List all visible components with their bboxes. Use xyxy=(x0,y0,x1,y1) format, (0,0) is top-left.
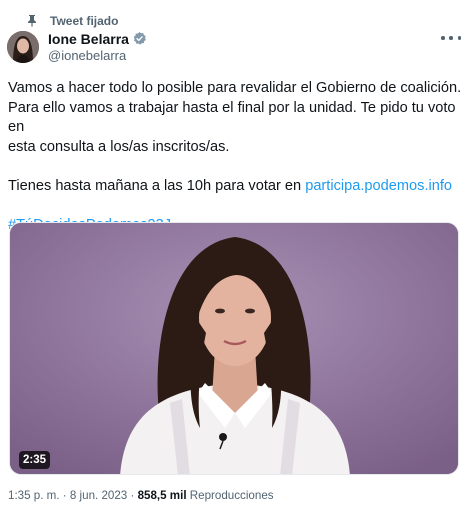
author-block: Ione Belarra @ionebelarra xyxy=(48,30,147,63)
video-player[interactable]: 2:35 xyxy=(9,222,459,475)
pinned-indicator: Tweet fijado xyxy=(28,13,118,29)
tweet-line: esta consulta a los/as inscritos/as. xyxy=(8,138,230,155)
tweet-line: Tienes hasta mañana a las 10h para votar… xyxy=(8,177,466,197)
video-thumbnail xyxy=(10,223,458,474)
tweet-line: Para ello vamos a trabajar hasta el fina… xyxy=(8,99,456,136)
views-label: Reproducciones xyxy=(186,489,274,502)
tweet-line-text: Tienes hasta mañana a las 10h para votar… xyxy=(8,177,306,194)
more-icon[interactable] xyxy=(441,33,461,43)
verified-icon xyxy=(133,31,146,45)
meta-separator: · xyxy=(59,489,70,502)
avatar[interactable] xyxy=(7,31,39,63)
tweet-time[interactable]: 1:35 p. m. xyxy=(8,489,60,502)
tweet-metadata: 1:35 p. m. · 8 jun. 2023 · 858,5 mil Rep… xyxy=(8,489,274,502)
view-count[interactable]: 858,5 mil xyxy=(138,489,187,502)
meta-separator: · xyxy=(127,489,138,502)
tweet-line: Vamos a hacer todo lo posible para reval… xyxy=(8,80,462,96)
tweet-text: Vamos a hacer todo lo posible para reval… xyxy=(8,79,466,235)
author-handle[interactable]: @ionebelarra xyxy=(48,48,147,63)
tweet-link[interactable]: participa.podemos.info xyxy=(305,178,452,194)
video-duration: 2:35 xyxy=(19,451,51,469)
pin-icon xyxy=(28,15,36,27)
author-name[interactable]: Ione Belarra xyxy=(48,31,129,47)
pinned-label: Tweet fijado xyxy=(50,14,119,28)
tweet-date[interactable]: 8 jun. 2023 xyxy=(70,489,127,502)
